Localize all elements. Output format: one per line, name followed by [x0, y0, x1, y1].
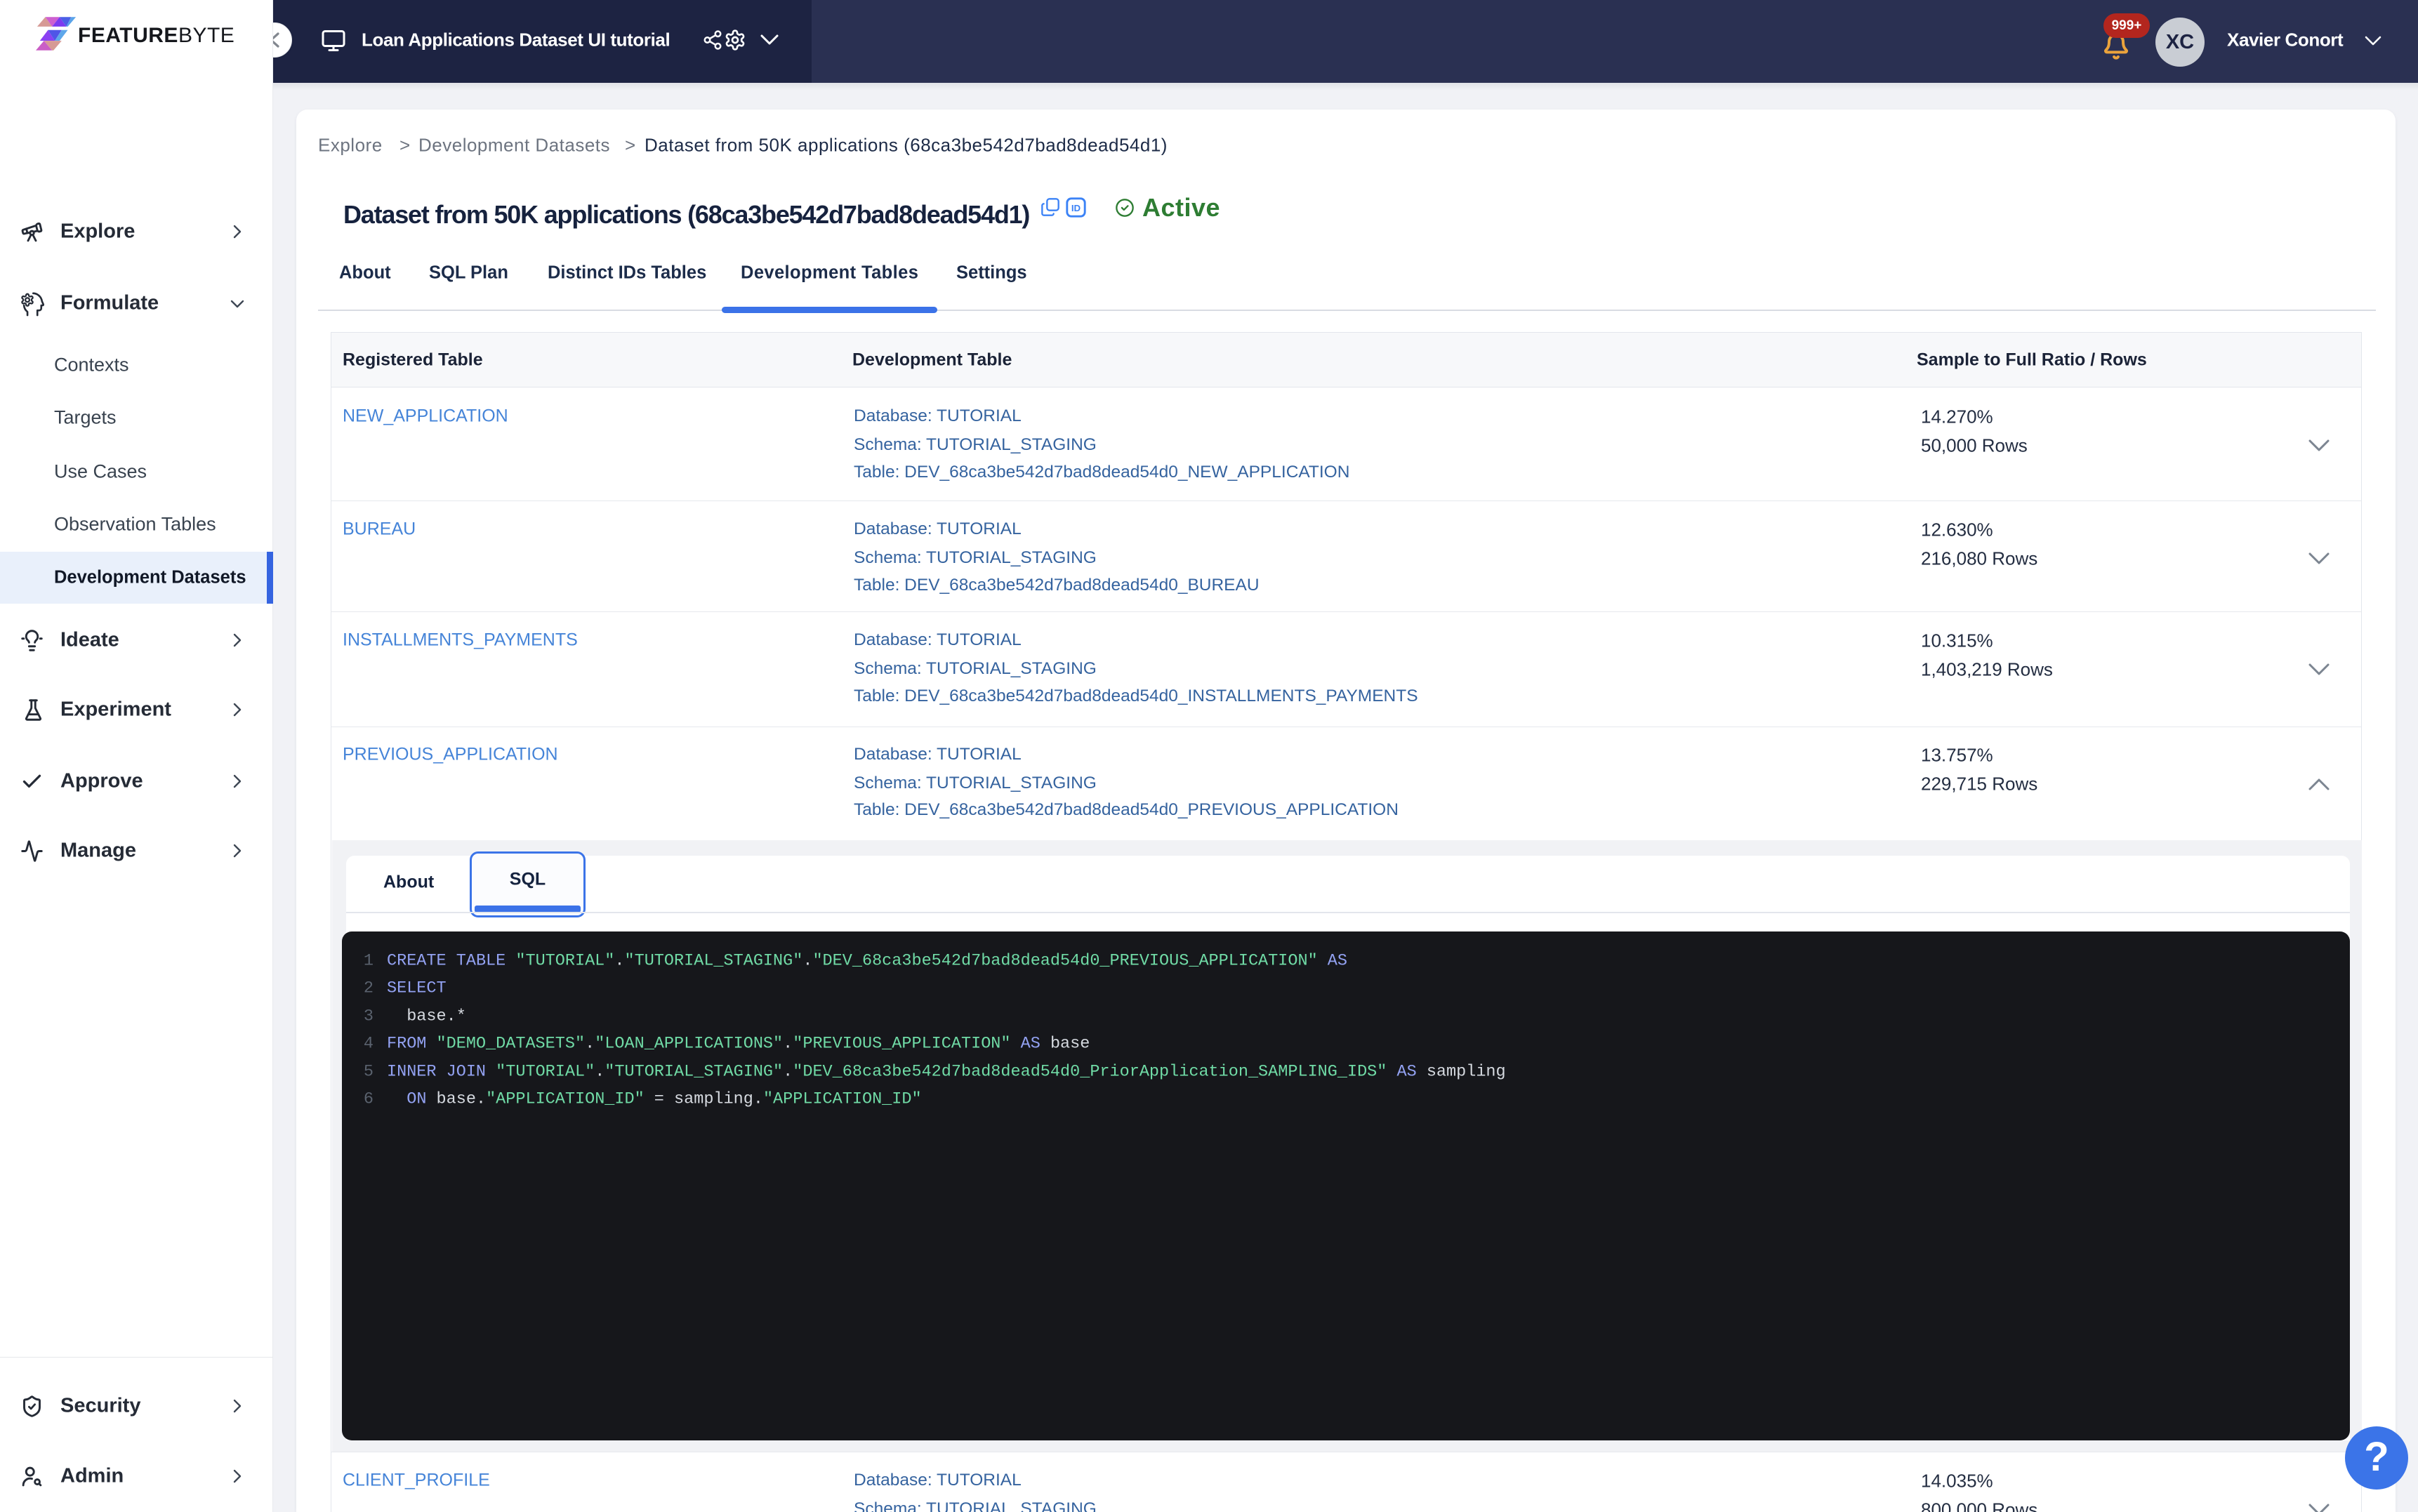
svg-text:ID: ID	[1071, 203, 1081, 213]
